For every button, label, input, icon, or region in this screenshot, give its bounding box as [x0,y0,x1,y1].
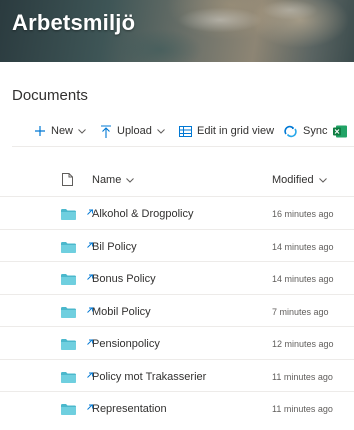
column-header-name-label: Name [92,174,122,186]
chevron-down-icon [157,128,165,134]
item-modified: 11 minutes ago [272,371,333,382]
folder-icon [61,337,76,355]
column-header-modified[interactable]: Modified [272,174,327,186]
command-bar: New Upload Edit in grid view Sync [0,118,354,144]
chevron-down-icon [126,177,135,183]
grid-icon [179,125,192,137]
plus-icon [34,125,46,137]
folder-icon [61,305,76,323]
item-name[interactable]: Alkohol & Drogpolicy [92,208,194,220]
item-modified: 16 minutes ago [272,209,334,219]
excel-icon [333,125,347,138]
folder-icon [61,272,76,290]
banner-image [140,0,354,62]
chevron-down-icon [78,128,86,134]
item-name[interactable]: Mobil Policy [92,306,151,318]
folder-icon [61,207,76,225]
edit-grid-view-button[interactable]: Edit in grid view [179,125,274,137]
item-modified: 7 minutes ago [272,306,329,317]
list-item[interactable]: Alkohol & Drogpolicy 16 minutes ago [0,196,354,229]
folder-icon [61,402,76,420]
new-button[interactable]: New [34,125,86,137]
list-item[interactable]: Representation 11 minutes ago [0,391,354,424]
item-name[interactable]: Policy mot Trakasserier [92,371,206,383]
item-name[interactable]: Bil Policy [92,241,137,253]
export-excel-button[interactable] [333,125,352,138]
column-header-name[interactable]: Name [92,174,135,186]
edit-grid-view-label: Edit in grid view [197,125,275,137]
list-item[interactable]: Mobil Policy 7 minutes ago [0,293,354,327]
list-item[interactable]: Policy mot Trakasserier 11 minutes ago [0,358,354,392]
library-title[interactable]: Documents [12,87,88,104]
command-bar-divider [12,146,354,147]
list-item[interactable]: Bonus Policy 14 minutes ago [0,261,354,294]
upload-button[interactable]: Upload [100,124,165,138]
document-list: Alkohol & Drogpolicy 16 minutes ago Bil … [0,196,354,424]
file-type-icon[interactable] [62,173,73,189]
column-header-modified-label: Modified [272,174,314,186]
list-item[interactable]: Pensionpolicy 12 minutes ago [0,326,354,359]
list-header: Name Modified [0,166,354,194]
new-label: New [51,125,74,137]
upload-label: Upload [117,125,152,137]
item-name[interactable]: Bonus Policy [92,273,156,285]
item-name[interactable]: Representation [92,403,167,415]
site-title[interactable]: Arbetsmiljö [12,10,135,36]
site-header-banner: Arbetsmiljö [0,0,354,62]
chevron-down-icon [318,177,327,183]
folder-icon [61,370,76,388]
item-modified: 11 minutes ago [272,404,333,414]
folder-icon [61,240,76,258]
item-name[interactable]: Pensionpolicy [92,338,160,350]
item-modified: 14 minutes ago [272,274,334,284]
item-modified: 12 minutes ago [272,339,334,349]
sync-label: Sync [303,125,328,137]
sync-button[interactable]: Sync [283,125,327,138]
sync-icon [283,125,298,138]
upload-icon [100,124,112,138]
list-item[interactable]: Bil Policy 14 minutes ago [0,228,354,262]
item-modified: 14 minutes ago [272,241,334,252]
